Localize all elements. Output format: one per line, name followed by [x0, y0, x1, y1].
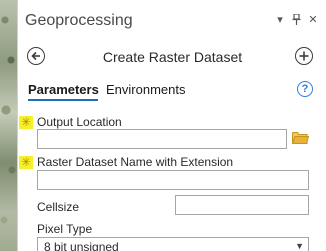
output-location-input[interactable] [37, 129, 287, 149]
cellsize-input[interactable] [175, 195, 309, 215]
pixel-type-label: Pixel Type [37, 222, 93, 236]
raster-name-input[interactable] [37, 170, 309, 190]
pane-title: Geoprocessing [25, 12, 133, 29]
required-marker-icon: ✳ [19, 115, 33, 129]
tab-parameters[interactable]: Parameters [28, 82, 99, 97]
add-button[interactable] [295, 47, 313, 65]
pane-options-icon[interactable]: ▾ [274, 13, 286, 26]
tool-title: Create Raster Dataset [102, 49, 243, 65]
help-icon[interactable]: ? [297, 81, 313, 97]
chevron-down-icon: ▼ [295, 241, 304, 251]
required-marker-icon: ✳ [19, 155, 33, 169]
map-view-edge [0, 0, 17, 251]
folder-browse-icon[interactable] [292, 131, 309, 144]
geoprocessing-pane: Geoprocessing ▾ ✕ Create Raster Dataset … [17, 0, 326, 251]
pin-icon[interactable] [290, 13, 302, 25]
pixel-type-value: 8 bit unsigned [44, 240, 119, 251]
raster-name-label: Raster Dataset Name with Extension [37, 155, 234, 169]
output-location-label: Output Location [37, 115, 122, 129]
pixel-type-select[interactable]: 8 bit unsigned ▼ [37, 237, 309, 251]
close-icon[interactable]: ✕ [307, 13, 319, 26]
cellsize-label: Cellsize [37, 200, 80, 214]
add-icon [299, 51, 309, 61]
pane-titlebar: Geoprocessing ▾ ✕ [18, 0, 326, 36]
tab-environments[interactable]: Environments [106, 82, 185, 97]
active-tab-indicator [28, 99, 98, 101]
